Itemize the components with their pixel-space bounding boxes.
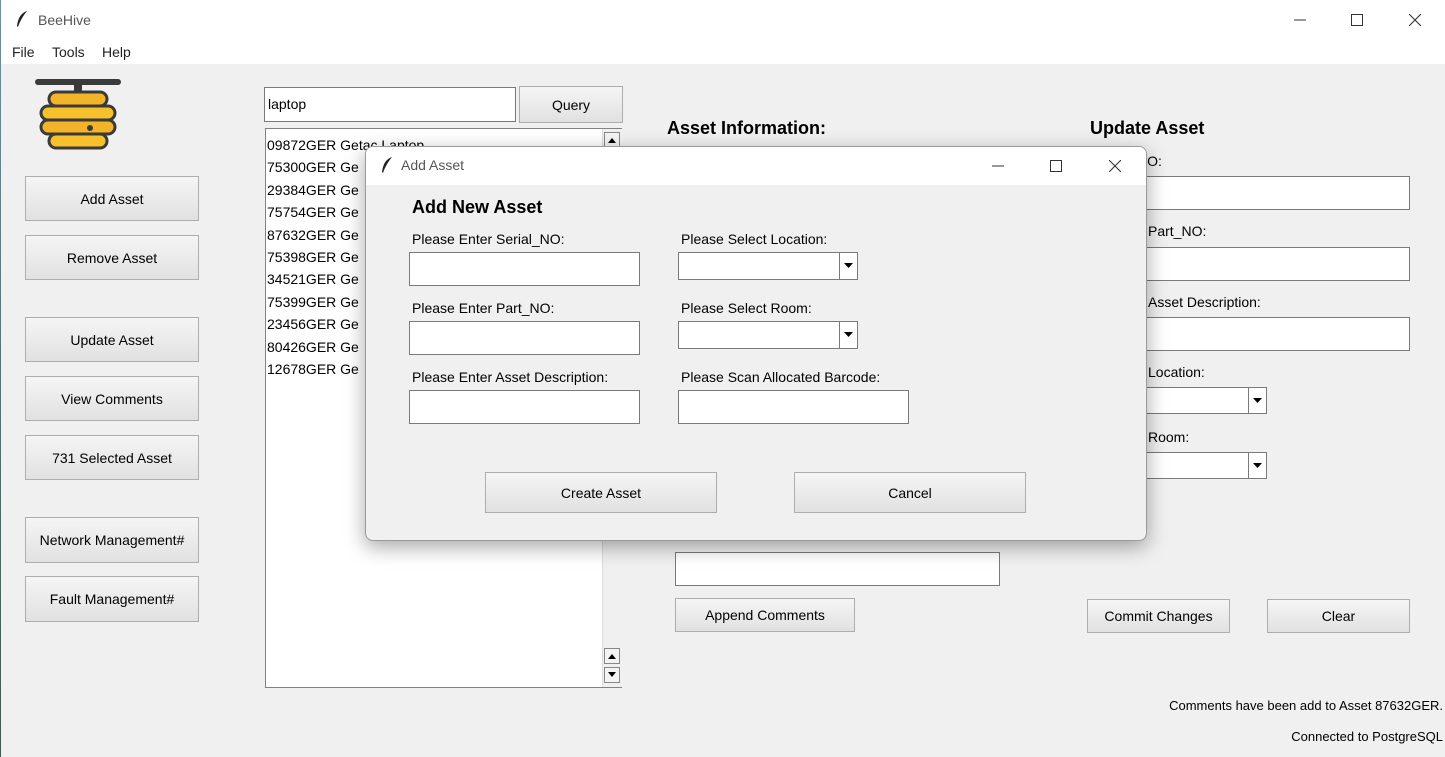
scroll-up-button-lower[interactable] [604,648,620,664]
dialog-heading: Add New Asset [412,197,543,217]
close-icon [1409,14,1421,26]
dialog-title: Add Asset [401,157,465,173]
dialog-title-bar: Add Asset [366,147,1146,185]
asset-info-heading: Asset Information: [667,118,827,138]
maximize-icon [1050,160,1062,172]
network-management-button[interactable]: Network Management# [25,517,199,563]
selected-asset-button[interactable]: 731 Selected Asset [25,435,199,480]
room-select[interactable] [678,321,858,349]
update-desc-label: Asset Description: [1148,294,1261,310]
minimize-icon [992,165,1004,167]
room-label: Please Select Room: [681,300,812,316]
beehive-logo-icon [31,78,125,161]
chevron-down-icon [844,263,853,268]
location-label: Please Select Location: [681,231,828,247]
minimize-icon [1294,19,1306,21]
feather-icon [15,10,29,31]
update-asset-button[interactable]: Update Asset [25,317,199,362]
dialog-close-button[interactable] [1086,147,1144,185]
location-select[interactable] [678,252,858,280]
arrow-up-icon [608,138,616,143]
desc-label: Please Enter Asset Description: [412,369,609,385]
update-asset-heading: Update Asset [1090,118,1205,138]
view-comments-button[interactable]: View Comments [25,376,199,421]
dialog-maximize-button[interactable] [1027,147,1085,185]
desc-input[interactable] [409,390,640,424]
menu-help[interactable]: Help [102,44,131,60]
menu-bar: File Tools Help [1,40,1445,64]
status-message: Comments have been add to Asset 87632GER… [1169,698,1443,713]
menu-tools[interactable]: Tools [52,44,85,60]
close-icon [1109,160,1121,172]
update-part-label: Part_NO: [1148,223,1207,239]
chevron-down-icon [844,332,853,337]
update-location-label: Location: [1148,364,1205,380]
maximize-icon [1351,14,1363,26]
chevron-down-icon [1253,462,1262,468]
arrow-up-icon [608,654,616,659]
add-asset-dialog: Add Asset Add New Asset Please Enter Ser… [365,146,1147,541]
barcode-input[interactable] [678,390,909,424]
chevron-down-icon [1253,397,1262,403]
search-input[interactable]: laptop [264,87,516,122]
connection-status: Connected to PostgreSQL [1291,729,1443,744]
append-comments-button[interactable]: Append Comments [675,598,855,632]
menu-file[interactable]: File [12,44,35,60]
update-room-label: Room: [1148,429,1190,445]
scroll-down-button[interactable] [604,667,620,683]
serial-input[interactable] [409,252,640,286]
dialog-minimize-button[interactable] [969,147,1027,185]
cancel-button[interactable]: Cancel [794,472,1026,513]
arrow-down-icon [608,672,616,677]
feather-icon [380,156,394,177]
serial-label: Please Enter Serial_NO: [412,231,565,247]
fault-management-button[interactable]: Fault Management# [25,576,199,622]
barcode-label: Please Scan Allocated Barcode: [681,369,881,385]
remove-asset-button[interactable]: Remove Asset [25,235,199,280]
maximize-button[interactable] [1328,0,1386,40]
query-button[interactable]: Query [519,86,623,123]
part-label: Please Enter Part_NO: [412,300,555,316]
create-asset-button[interactable]: Create Asset [485,472,717,513]
commit-changes-button[interactable]: Commit Changes [1087,599,1230,633]
part-input[interactable] [409,321,640,355]
add-asset-button[interactable]: Add Asset [25,176,199,221]
minimize-button[interactable] [1271,0,1329,40]
clear-button[interactable]: Clear [1267,599,1410,633]
close-button[interactable] [1386,0,1444,40]
window-title: BeeHive [38,12,91,28]
title-bar: BeeHive [1,0,1445,40]
comment-input[interactable] [675,552,1000,586]
